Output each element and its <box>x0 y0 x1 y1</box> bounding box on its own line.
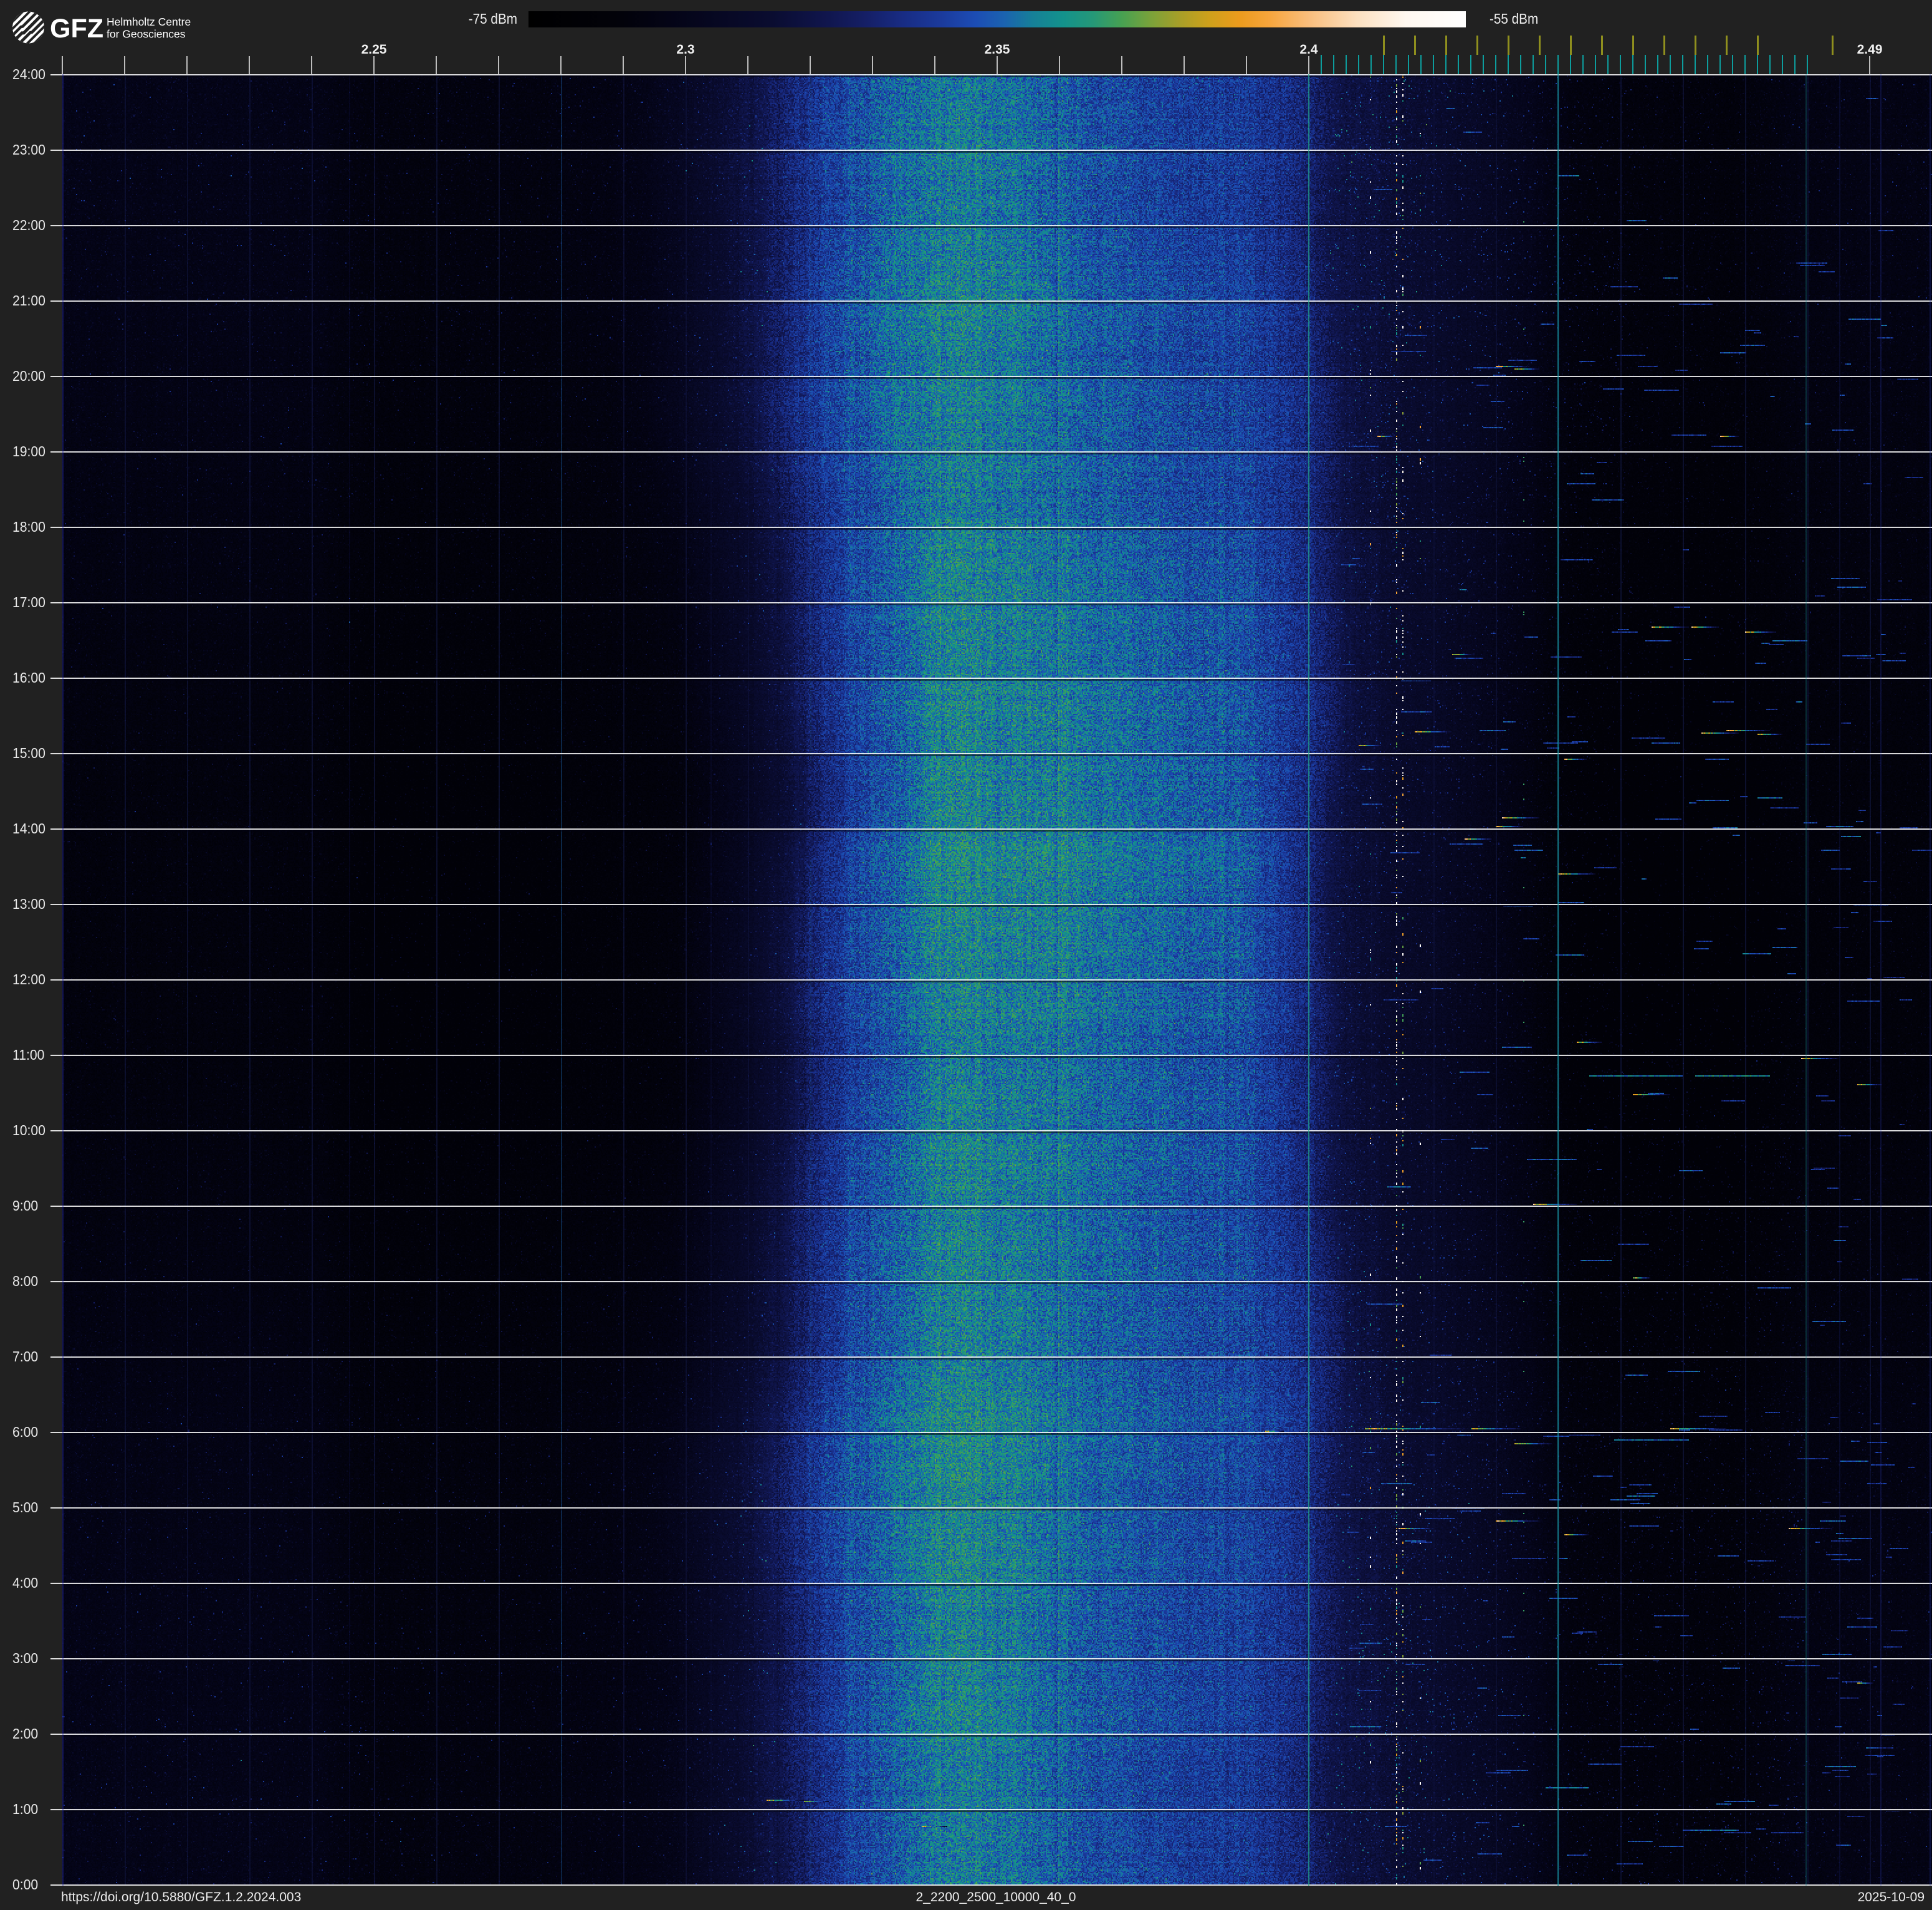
svg-text:Helmholtz Centre: Helmholtz Centre <box>107 16 191 28</box>
svg-text:GFZ: GFZ <box>50 14 103 44</box>
svg-text:for Geosciences: for Geosciences <box>107 28 186 41</box>
